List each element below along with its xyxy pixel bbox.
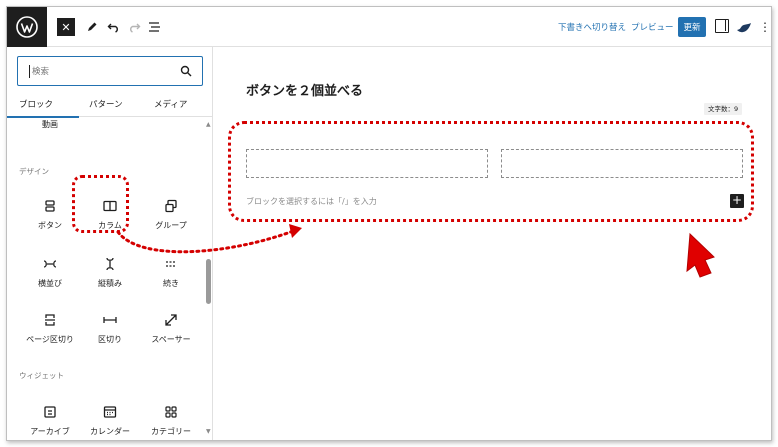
switch-to-draft-button[interactable]: 下書きへ切り替え bbox=[558, 21, 626, 33]
group-icon bbox=[165, 199, 177, 213]
categories-icon bbox=[165, 406, 177, 418]
editor-top-bar: ✕ 下書きへ切り替え プレビュー 更新 ⋮ bbox=[7, 7, 771, 47]
block-item-group[interactable]: グループ bbox=[146, 194, 196, 240]
block-item-categories[interactable]: カテゴリー bbox=[146, 400, 196, 440]
block-item-calendar[interactable]: カレンダー bbox=[85, 400, 135, 440]
block-item-spacer[interactable]: スペーサー bbox=[146, 308, 196, 354]
block-item-buttons[interactable]: ボタン bbox=[25, 194, 75, 240]
wordpress-logo-icon[interactable] bbox=[7, 7, 47, 47]
annotation-column-highlight bbox=[72, 175, 129, 233]
close-inserter-button[interactable]: ✕ bbox=[57, 18, 75, 36]
section-title-design: デザイン bbox=[19, 167, 49, 176]
block-item-label: 区切り bbox=[98, 335, 122, 344]
row-icon bbox=[43, 260, 57, 268]
tab-media[interactable]: メディア bbox=[154, 98, 187, 110]
block-item-label: アーカイブ bbox=[30, 427, 70, 436]
update-button[interactable]: 更新 bbox=[678, 17, 706, 37]
tab-patterns[interactable]: パターン bbox=[89, 98, 123, 110]
list-view-button[interactable] bbox=[146, 16, 162, 38]
block-item-page-break[interactable]: ページ区切り bbox=[25, 308, 75, 354]
stack-icon bbox=[106, 257, 114, 271]
archive-icon bbox=[44, 406, 56, 418]
block-item-label: カレンダー bbox=[90, 427, 130, 436]
spacer-icon bbox=[165, 314, 177, 326]
block-item-label: グループ bbox=[155, 221, 187, 230]
post-title[interactable]: ボタンを２個並べる bbox=[246, 80, 363, 99]
block-item-video[interactable]: 動画 bbox=[25, 93, 75, 139]
section-title-widgets: ウィジェット bbox=[19, 371, 64, 380]
block-item-label: スペーサー bbox=[151, 335, 191, 344]
tools-button[interactable] bbox=[84, 16, 100, 38]
page-break-icon bbox=[45, 314, 55, 326]
inserter-scrollbar[interactable]: ▲ ▼ bbox=[205, 119, 212, 440]
editor-canvas[interactable]: ボタンを２個並べる 文字数：9 ブロックを選択するには「/」を入力 + bbox=[214, 47, 771, 440]
redo-button[interactable] bbox=[126, 16, 142, 38]
block-item-row[interactable]: 横並び bbox=[25, 252, 75, 298]
block-item-label: 縦積み bbox=[98, 279, 122, 288]
block-list: 動画 デザイン ボタン カラム グループ 横並び 縦積み 続き ページ区切り 区… bbox=[7, 119, 205, 440]
buttons-icon bbox=[45, 200, 55, 212]
block-item-separator[interactable]: 区切り bbox=[85, 308, 135, 354]
undo-button[interactable] bbox=[105, 16, 121, 38]
block-item-label: 横並び bbox=[38, 279, 62, 288]
word-count-badge: 文字数：9 bbox=[704, 103, 743, 115]
text-caret bbox=[29, 65, 30, 78]
scroll-up-icon[interactable]: ▲ bbox=[206, 121, 211, 128]
scrollbar-thumb[interactable] bbox=[206, 259, 211, 304]
block-item-label: ページ区切り bbox=[26, 335, 74, 344]
block-item-label: 続き bbox=[163, 279, 179, 288]
close-icon: ✕ bbox=[61, 20, 71, 34]
more-options-icon[interactable]: ⋮ bbox=[759, 18, 771, 36]
annotation-columns-highlight bbox=[228, 121, 754, 222]
block-inserter-panel: 検索 ブロック パターン メディア 動画 デザイン ボタン カラム グループ 横… bbox=[7, 47, 213, 440]
search-placeholder: 検索 bbox=[32, 67, 50, 77]
block-item-label: 動画 bbox=[42, 120, 58, 129]
preview-button[interactable]: プレビュー bbox=[631, 21, 674, 33]
more-icon bbox=[166, 261, 176, 267]
calendar-icon bbox=[103, 406, 117, 418]
settings-panel-icon[interactable] bbox=[715, 19, 729, 33]
separator-icon bbox=[103, 317, 117, 323]
pencil-icon bbox=[88, 22, 97, 31]
block-item-more[interactable]: 続き bbox=[146, 252, 196, 298]
undo-icon bbox=[107, 23, 118, 33]
redo-icon bbox=[129, 23, 140, 33]
block-search-input[interactable]: 検索 bbox=[17, 56, 203, 86]
scroll-down-icon[interactable]: ▼ bbox=[206, 428, 211, 435]
block-item-stack[interactable]: 縦積み bbox=[85, 252, 135, 298]
search-icon bbox=[180, 65, 192, 77]
block-item-archives[interactable]: アーカイブ bbox=[25, 400, 75, 440]
list-view-icon bbox=[148, 22, 160, 32]
block-item-label: カテゴリー bbox=[151, 427, 191, 436]
plugin-leaf-icon[interactable] bbox=[736, 19, 752, 35]
